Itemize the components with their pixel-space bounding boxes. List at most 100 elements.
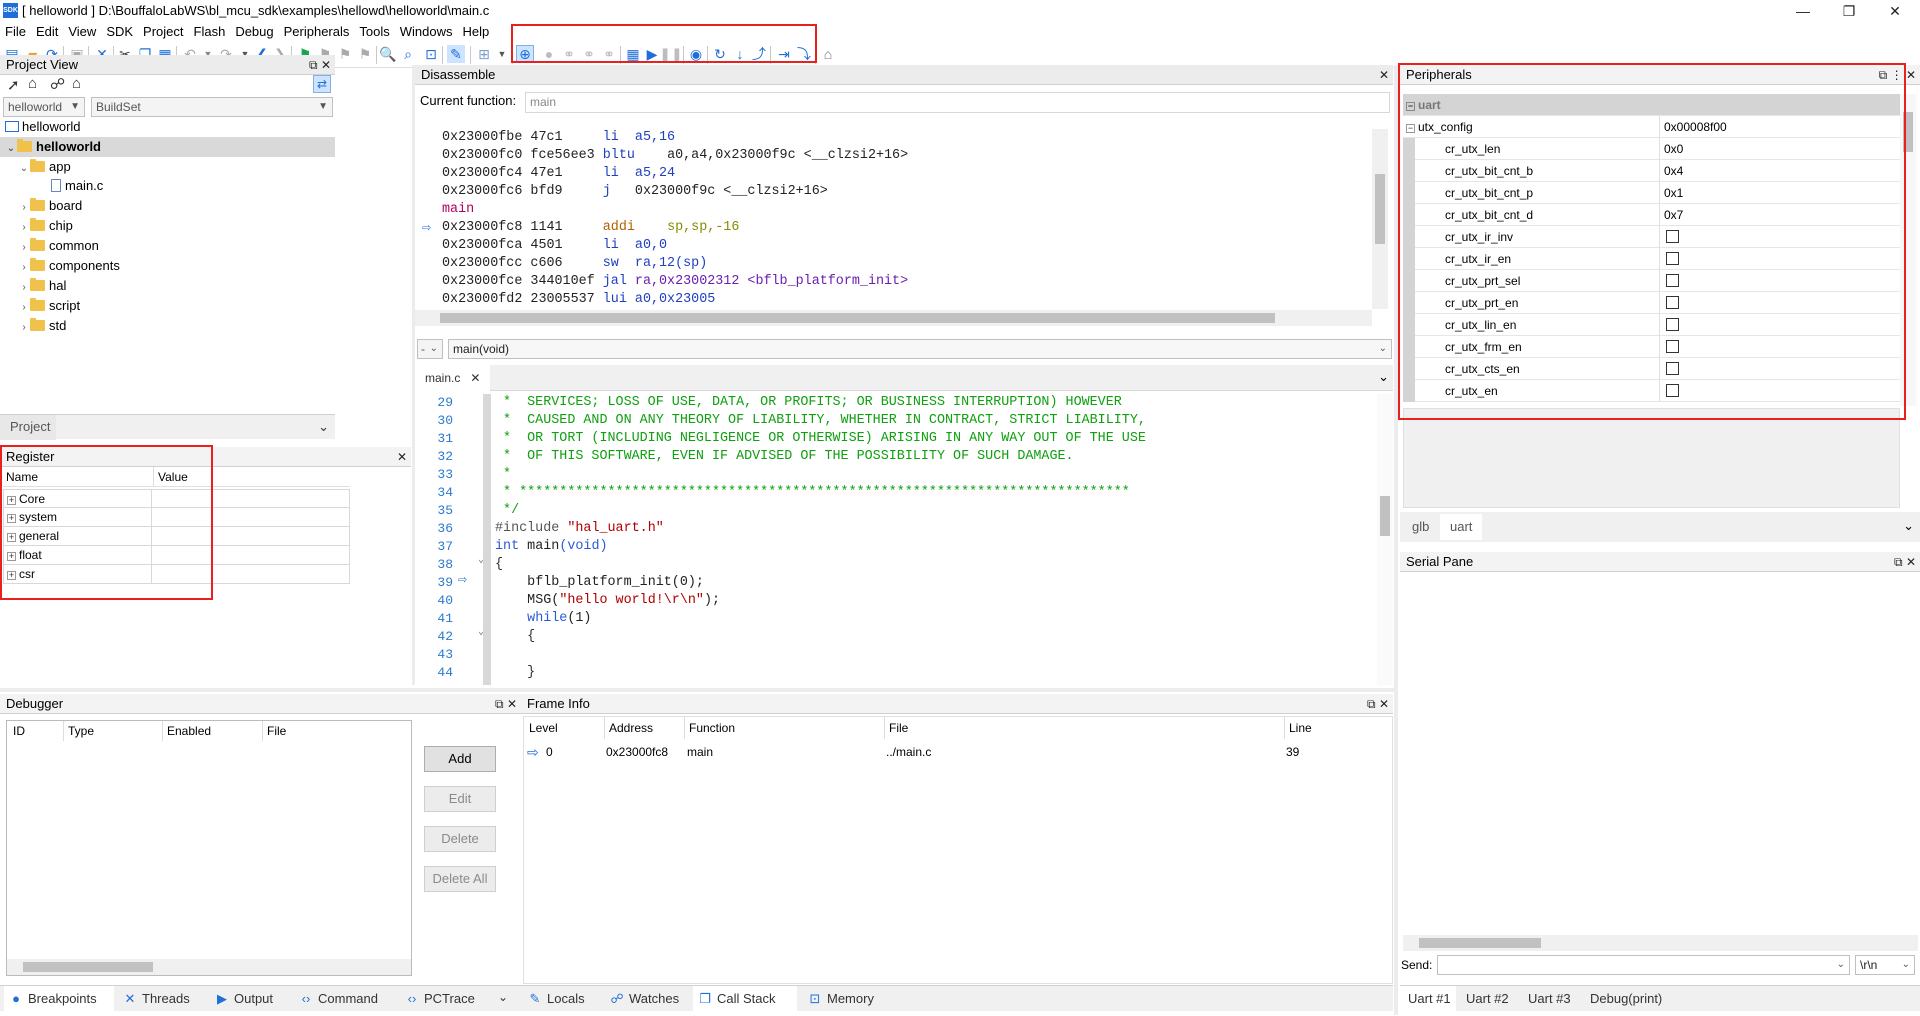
field-checkbox[interactable]: [1666, 318, 1679, 331]
float-icon[interactable]: ⧉: [1894, 555, 1903, 569]
code-line[interactable]: {: [495, 628, 535, 646]
peripheral-field-row[interactable]: cr_utx_en: [1403, 380, 1900, 402]
tab-watches[interactable]: ☍ Watches: [605, 986, 679, 1012]
code-line[interactable]: * OR TORT (INCLUDING NEGLIGENCE OR OTHER…: [495, 430, 1146, 448]
code-line[interactable]: * CAUSED AND ON ANY THEORY OF LIABILITY,…: [495, 412, 1146, 430]
send-icon[interactable]: ➚: [7, 76, 20, 94]
peripheral-field-row[interactable]: cr_utx_bit_cnt_p 0x1: [1403, 182, 1900, 204]
tree-item-common[interactable]: › common: [18, 236, 99, 256]
build-icon[interactable]: ✎: [447, 45, 465, 63]
tree-item-hal[interactable]: › hal: [18, 276, 66, 296]
peripheral-field-row[interactable]: cr_utx_ir_en: [1403, 248, 1900, 270]
code-line[interactable]: int main(void): [495, 538, 608, 556]
register-row[interactable]: + Core: [3, 489, 350, 508]
disasm-hscroll[interactable]: [415, 310, 1372, 326]
menu-view[interactable]: View: [63, 22, 101, 42]
current-function-field[interactable]: main: [525, 92, 1390, 113]
close-icon[interactable]: ✕: [1379, 697, 1389, 711]
function-combo[interactable]: main(void) ⌄: [448, 339, 1392, 359]
expand-icon[interactable]: +: [7, 496, 16, 505]
delete-breakpoint-button[interactable]: Delete: [424, 826, 496, 852]
step-over-icon[interactable]: ↻: [711, 45, 729, 63]
chevron-down-icon[interactable]: ⌄: [318, 419, 329, 435]
add-breakpoint-button[interactable]: Add: [424, 746, 496, 772]
buildset-combo[interactable]: BuildSet ▼: [91, 97, 333, 117]
code-line[interactable]: * OF THIS SOFTWARE, EVEN IF ADVISED OF T…: [495, 448, 1074, 466]
register-row[interactable]: + system: [3, 508, 350, 527]
disasm-line[interactable]: 0x23000fd2 23005537 lui a0,0x23005: [442, 291, 715, 309]
delete-all-breakpoints-button[interactable]: Delete All: [424, 866, 496, 892]
bookmark-next-icon[interactable]: ⚑: [336, 45, 354, 63]
code-line[interactable]: *: [495, 466, 511, 484]
disasm-line[interactable]: 0x23000fbe 47c1 li a5,16: [442, 129, 675, 147]
register-row[interactable]: + float: [3, 546, 350, 565]
serial-output[interactable]: [1403, 574, 1918, 934]
close-icon[interactable]: ✕: [1906, 68, 1916, 82]
expand-icon[interactable]: +: [7, 571, 16, 580]
expand-icon[interactable]: +: [7, 533, 16, 542]
line-ending-select[interactable]: \r\n ⌄: [1855, 955, 1915, 975]
peripheral-field-row[interactable]: cr_utx_lin_en: [1403, 314, 1900, 336]
run-to-cursor-icon[interactable]: ⇥: [775, 45, 793, 63]
close-icon[interactable]: ✕: [321, 58, 331, 72]
code-line[interactable]: * **************************************…: [495, 484, 1130, 502]
find-icon[interactable]: 🔍: [379, 45, 397, 63]
tab-uart-1[interactable]: Uart #1: [1400, 986, 1456, 1012]
field-checkbox[interactable]: [1666, 296, 1679, 309]
target-icon[interactable]: ⊞: [475, 45, 493, 63]
edit-breakpoint-button[interactable]: Edit: [424, 786, 496, 812]
bank-icon[interactable]: ⌂: [28, 75, 37, 92]
sync-icon[interactable]: ⇄: [313, 75, 331, 93]
peripheral-field-row[interactable]: cr_utx_len 0x0: [1403, 138, 1900, 160]
disasm-line[interactable]: 0x23000fc0 fce56ee3 bltu a0,a4,0x23000f9…: [442, 147, 908, 165]
bookmark-clear-icon[interactable]: ⚑: [356, 45, 374, 63]
send-input[interactable]: ⌄: [1437, 955, 1850, 975]
tab-uart[interactable]: uart: [1440, 514, 1483, 540]
maximize-button[interactable]: ❐: [1826, 0, 1872, 22]
menu-edit[interactable]: Edit: [31, 22, 63, 42]
peripheral-field-row[interactable]: cr_utx_prt_sel: [1403, 270, 1900, 292]
expand-icon[interactable]: +: [7, 552, 16, 561]
peripheral-field-row[interactable]: cr_utx_ir_inv: [1403, 226, 1900, 248]
tab-pctrace[interactable]: ‹› PCTrace: [400, 986, 475, 1012]
find-replace-icon[interactable]: ⌕: [399, 45, 417, 63]
close-icon[interactable]: ✕: [397, 447, 407, 467]
menu-debug[interactable]: Debug: [230, 22, 278, 42]
stop-icon[interactable]: ◉: [687, 45, 705, 63]
tab-uart-2[interactable]: Uart #2: [1462, 986, 1509, 1012]
link-icon[interactable]: ⚭: [580, 45, 598, 63]
peripheral-register-row[interactable]: − utx_config 0x00008f00: [1403, 116, 1900, 138]
field-checkbox[interactable]: [1666, 274, 1679, 287]
code-line[interactable]: while(1): [495, 610, 591, 628]
float-icon[interactable]: ⧉: [1367, 697, 1376, 711]
pause-icon[interactable]: ❚❚: [659, 45, 682, 63]
fold-marker-icon[interactable]: ⌄: [478, 554, 484, 566]
disasm-line[interactable]: 0x23000fce 344010ef jal ra,0x23002312 <b…: [442, 273, 908, 291]
register-row[interactable]: + csr: [3, 565, 350, 584]
tree-item-app[interactable]: ⌄ app: [18, 157, 71, 177]
connect-icon[interactable]: ●: [540, 45, 558, 63]
scope-combo[interactable]: - ⌄: [417, 339, 443, 359]
menu-windows[interactable]: Windows: [395, 22, 458, 42]
peripheral-field-row[interactable]: cr_utx_bit_cnt_b 0x4: [1403, 160, 1900, 182]
tab-glb[interactable]: glb: [1404, 516, 1437, 538]
float-icon[interactable]: ⧉: [1879, 68, 1888, 82]
tree-item-script[interactable]: › script: [18, 296, 80, 316]
close-window-button[interactable]: ✕: [1872, 0, 1918, 22]
code-line[interactable]: bflb_platform_init(0);: [495, 574, 704, 592]
tab-output[interactable]: ▶ Output: [210, 986, 273, 1012]
unlink-icon[interactable]: ⚭: [600, 45, 618, 63]
field-checkbox[interactable]: [1666, 362, 1679, 375]
step-out-icon[interactable]: ⤴: [750, 45, 768, 63]
menu-peripherals[interactable]: Peripherals: [279, 22, 355, 42]
frame-row[interactable]: ⇨ 0 0x23000fc8 main ../main.c 39: [524, 742, 1392, 762]
disasm-line[interactable]: 0x23000fca 4501 li a0,0: [442, 237, 667, 255]
step-instruction-icon[interactable]: ⤵: [795, 45, 813, 63]
register-row[interactable]: + general: [3, 527, 350, 546]
chevron-down-icon[interactable]: ⌄: [498, 990, 508, 1004]
workspace-node[interactable]: helloworld: [5, 117, 81, 137]
disconnect-icon[interactable]: ⚭: [560, 45, 578, 63]
peripheral-field-row[interactable]: cr_utx_cts_en: [1403, 358, 1900, 380]
code-editor[interactable]: 29 30 31 32 33 34 35 36 37 38 39 40 41 42 43 44 * SERVI…: [415, 394, 1393, 685]
peripheral-vscroll[interactable]: [1900, 94, 1916, 406]
